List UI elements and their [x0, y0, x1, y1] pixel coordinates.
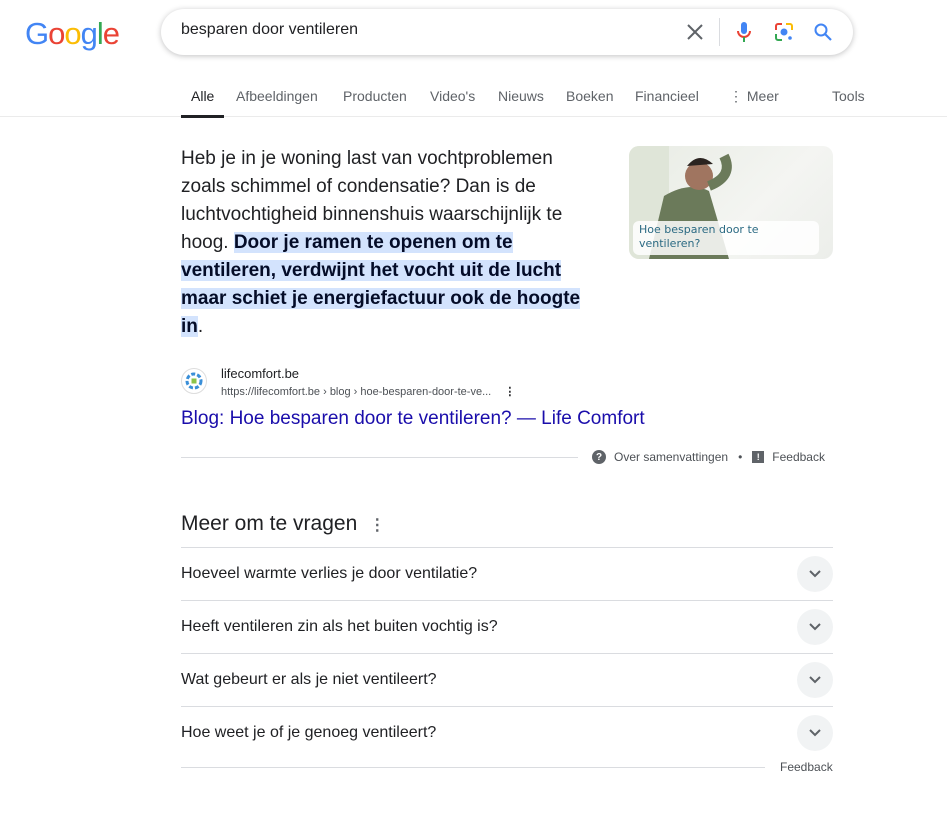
tab-afbeeldingen[interactable]: Afbeeldingen [236, 88, 318, 104]
tab-producten[interactable]: Producten [343, 88, 407, 104]
microphone-icon[interactable] [732, 20, 756, 44]
chevron-down-icon[interactable] [797, 715, 833, 751]
people-also-ask-heading: Meer om te vragen ⋮ [181, 512, 386, 535]
more-vert-icon: ⋮ [729, 88, 747, 104]
feedback-link[interactable]: Feedback [780, 760, 833, 774]
tab-videos[interactable]: Video's [430, 88, 475, 104]
tools-button[interactable]: Tools [832, 88, 865, 104]
image-caption: Hoe besparen door te ventileren? [633, 221, 819, 255]
feedback-link[interactable]: Feedback [772, 450, 825, 464]
snippet-footer: ? Over samenvattingen • ! Feedback [592, 450, 825, 464]
more-options-icon[interactable]: ⋮ [504, 386, 515, 398]
site-url: https://lifecomfort.be › blog › hoe-besp… [221, 386, 516, 398]
chevron-down-icon[interactable] [797, 609, 833, 645]
google-logo[interactable]: Google [25, 16, 120, 52]
question-item[interactable]: Heeft ventileren zin als het buiten voch… [181, 600, 833, 653]
tab-alle[interactable]: Alle [180, 88, 225, 118]
search-box [161, 9, 853, 55]
divider [181, 457, 578, 458]
result-title-link[interactable]: Blog: Hoe besparen door te ventileren? —… [181, 408, 645, 430]
clear-icon[interactable] [683, 20, 707, 44]
separator-dot: • [738, 450, 743, 464]
tab-nieuws[interactable]: Nieuws [498, 88, 544, 104]
tab-meer[interactable]: ⋮ Meer [729, 88, 779, 105]
more-options-icon[interactable]: ⋮ [369, 517, 385, 534]
question-item[interactable]: Hoeveel warmte verlies je door ventilati… [181, 547, 833, 600]
about-snippets-link[interactable]: Over samenvattingen [614, 450, 728, 464]
tab-financieel[interactable]: Financieel [635, 88, 699, 104]
feedback-icon: ! [752, 451, 765, 463]
question-item[interactable]: Hoe weet je of je genoeg ventileert? [181, 706, 833, 759]
tab-boeken[interactable]: Boeken [566, 88, 613, 104]
snippet-image[interactable]: Hoe besparen door te ventileren? [629, 146, 833, 259]
snippet-highlight: Door je ramen te openen om te ventileren… [181, 232, 581, 337]
site-name: lifecomfort.be [221, 366, 300, 381]
search-input[interactable] [181, 21, 661, 39]
search-icon[interactable] [811, 20, 835, 44]
chevron-down-icon[interactable] [797, 662, 833, 698]
question-item[interactable]: Wat gebeurt er als je niet ventileert? [181, 653, 833, 706]
search-tabs: Alle Afbeeldingen Producten Video's Nieu… [0, 80, 947, 118]
divider [719, 18, 720, 46]
help-icon: ? [592, 450, 606, 464]
site-favicon [181, 368, 207, 394]
featured-snippet-text: Heb je in je woning last van vochtproble… [181, 148, 581, 337]
chevron-down-icon[interactable] [797, 556, 833, 592]
lens-icon[interactable] [772, 20, 796, 44]
divider [181, 767, 765, 768]
